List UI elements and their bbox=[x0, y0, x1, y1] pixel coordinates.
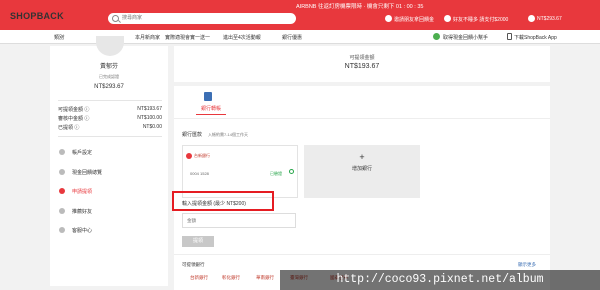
verified-label: 已完成認證 bbox=[99, 74, 119, 79]
watermark: http://coco93.pixnet.net/album bbox=[280, 270, 600, 290]
divider bbox=[174, 118, 550, 119]
promo-banner[interactable]: AIRBNB 往返訂房機票限時 · 機會只剩下 01 : 00 : 35 bbox=[296, 2, 423, 10]
sidebar bbox=[50, 46, 168, 286]
nav-item-bank[interactable]: 銀行優惠 bbox=[282, 34, 302, 41]
nav-item-new[interactable]: 本月新商家 bbox=[135, 34, 160, 41]
phone-icon bbox=[507, 33, 512, 40]
check-icon bbox=[289, 169, 294, 174]
amount-input[interactable] bbox=[187, 217, 287, 224]
amount-field[interactable] bbox=[182, 213, 296, 228]
bank-status: 已驗證 bbox=[270, 171, 282, 176]
withdrawable-value: NT$193.67 bbox=[344, 63, 380, 70]
partner-logo: 台新銀行 bbox=[190, 275, 208, 280]
search-input[interactable] bbox=[122, 14, 282, 22]
plus-icon: + bbox=[359, 152, 365, 162]
divider bbox=[58, 136, 162, 137]
highlight-box bbox=[172, 191, 274, 211]
friends-icon bbox=[59, 208, 65, 214]
bank-name: 台新銀行 bbox=[194, 153, 210, 158]
app-link[interactable]: 下載ShopBack App bbox=[514, 34, 557, 41]
partner-logo: 華南銀行 bbox=[256, 275, 274, 280]
withdraw-icon bbox=[59, 188, 65, 194]
friend-link[interactable]: 好友不睡多 請支付$2000 bbox=[453, 16, 508, 23]
add-bank-label: 增加銀行 bbox=[351, 166, 372, 172]
partner-logo: 彰化銀行 bbox=[222, 275, 240, 280]
refer-link[interactable]: 邀請朋友拿回饋金 bbox=[394, 16, 434, 23]
search-box[interactable] bbox=[108, 13, 296, 24]
bank-logo-icon bbox=[186, 153, 192, 159]
partners-more-link[interactable]: 顯示更多 bbox=[518, 262, 536, 268]
transfer-note: 入帳約需7-14個工作天 bbox=[208, 132, 249, 137]
extension-link[interactable]: 取得現金回饋小幫手 bbox=[443, 34, 488, 41]
nav-item-deal[interactable]: 實際適現會實一送一 bbox=[165, 34, 210, 41]
tab-bank-transfer[interactable]: 銀行轉帳 bbox=[196, 105, 226, 112]
withdraw-button[interactable]: 提領 bbox=[182, 236, 214, 247]
gift-icon bbox=[385, 15, 392, 22]
divider bbox=[58, 100, 162, 101]
bank-account: 0004 1528 bbox=[190, 171, 209, 176]
balance-link[interactable]: NT$293.67 bbox=[537, 16, 562, 22]
menu-withdraw[interactable]: 申請提領 bbox=[58, 187, 162, 197]
bell-icon bbox=[444, 15, 451, 22]
withdrawable-label: 可提領金額 bbox=[349, 55, 375, 61]
chrome-icon bbox=[433, 33, 440, 40]
menu-help[interactable]: 客服中心 bbox=[58, 226, 162, 236]
user-name: 黃郁芬 bbox=[99, 64, 118, 70]
row-withdrawn: 已提領 ⓘ NT$0.00 bbox=[58, 124, 162, 131]
menu-cashback-overview[interactable]: 現金回饋總覽 bbox=[58, 168, 162, 178]
wallet-icon bbox=[59, 169, 65, 175]
transfer-title: 銀行匯款 bbox=[182, 132, 203, 138]
partners-label: 可提領銀行 bbox=[182, 262, 205, 267]
sidebar-amount: NT$293.67 bbox=[94, 84, 124, 90]
row-pending: 審核中金額 ⓘ NT$100.00 bbox=[58, 115, 162, 122]
menu-refer[interactable]: 推薦好友 bbox=[58, 207, 162, 217]
menu-account-settings[interactable]: 帳戶設定 bbox=[58, 148, 162, 158]
nav-item-event[interactable]: 進出至4次活動報 bbox=[223, 34, 261, 41]
shopback-logo[interactable]: SHOPBACK bbox=[10, 11, 64, 21]
row-withdrawable: 可提領金額 ⓘ NT$193.67 bbox=[58, 106, 162, 113]
bank-icon bbox=[204, 92, 212, 101]
search-icon bbox=[112, 15, 119, 22]
user-icon bbox=[528, 15, 535, 22]
help-icon bbox=[59, 227, 65, 233]
gear-icon bbox=[59, 149, 65, 155]
chevron-down-icon: ▾ bbox=[62, 34, 65, 40]
divider bbox=[174, 254, 550, 255]
tab-indicator bbox=[196, 114, 226, 115]
